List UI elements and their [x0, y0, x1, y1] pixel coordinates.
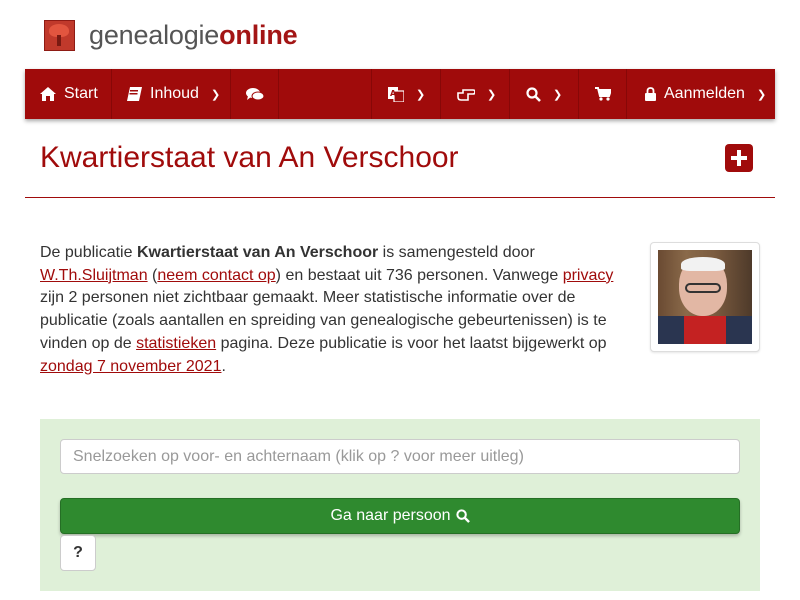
nav-language[interactable]: A ❯ — [372, 69, 441, 119]
quick-search-input[interactable] — [60, 439, 740, 474]
publication-intro: De publicatie Kwartierstaat van An Versc… — [40, 242, 625, 378]
search-icon — [526, 86, 541, 102]
publication-name: Kwartierstaat van An Verschoor — [136, 244, 379, 261]
intro-text: . — [221, 357, 226, 375]
chevron-down-icon: ❯ — [487, 88, 497, 101]
main-navbar: Start Inhoud ❯ A ❯ ❯ ❯ Aanmelden ❯ — [25, 69, 775, 119]
cart-icon — [594, 87, 611, 101]
author-link[interactable]: W.Th.Sluijtman — [40, 267, 148, 284]
search-icon — [455, 509, 470, 523]
nav-start[interactable]: Start — [25, 69, 112, 119]
title-row: Kwartierstaat van An Verschoor — [25, 137, 775, 198]
intro-text: De publicatie — [40, 244, 137, 261]
chevron-down-icon: ❯ — [416, 88, 426, 101]
go-to-person-label: Ga naar persoon — [330, 507, 451, 524]
intro-text: ( — [147, 266, 158, 284]
plus-square-icon[interactable] — [725, 144, 753, 172]
nav-forum[interactable] — [231, 69, 279, 119]
translate-icon: A — [388, 86, 404, 102]
statistics-link[interactable]: statistieken — [136, 335, 216, 352]
last-updated-link[interactable]: zondag 7 november 2021 — [40, 358, 221, 375]
search-help-button[interactable]: ? — [60, 535, 96, 571]
nav-shop[interactable] — [579, 69, 627, 119]
contact-link[interactable]: neem contact op — [157, 267, 275, 284]
home-icon — [40, 87, 56, 101]
chevron-down-icon: ❯ — [210, 88, 221, 101]
quick-search-panel: Ga naar persoon ? — [40, 419, 760, 591]
page-title: Kwartierstaat van An Verschoor — [40, 141, 459, 174]
go-to-person-button[interactable]: Ga naar persoon — [60, 498, 740, 534]
site-logo[interactable]: genealogieonline — [44, 18, 298, 52]
nav-inhoud[interactable]: Inhoud ❯ — [112, 69, 231, 119]
chevron-down-icon: ❯ — [553, 88, 563, 101]
chevron-down-icon: ❯ — [756, 88, 767, 101]
lock-icon — [645, 87, 656, 101]
nav-spacer — [279, 69, 372, 119]
author-photo-image — [658, 250, 752, 344]
svg-text:A: A — [390, 89, 397, 98]
privacy-link[interactable]: privacy — [563, 267, 614, 284]
book-icon — [127, 87, 142, 101]
site-name: genealogieonline — [89, 19, 298, 50]
nav-inhoud-label: Inhoud — [150, 85, 199, 102]
nav-login-label: Aanmelden — [664, 85, 745, 102]
author-photo — [650, 242, 760, 352]
hand-point-icon — [457, 89, 475, 101]
intro-text: ) en bestaat uit 736 personen. Vanwege — [275, 266, 563, 284]
nav-start-label: Start — [64, 85, 98, 102]
intro-text: is samengesteld door — [378, 244, 535, 261]
nav-search[interactable]: ❯ — [510, 69, 579, 119]
intro-text: pagina. Deze publicatie is voor het laat… — [216, 334, 607, 352]
nav-login[interactable]: Aanmelden ❯ — [627, 69, 775, 119]
nav-tools[interactable]: ❯ — [441, 69, 510, 119]
comments-icon — [245, 88, 264, 101]
tree-logo-icon — [44, 19, 75, 51]
